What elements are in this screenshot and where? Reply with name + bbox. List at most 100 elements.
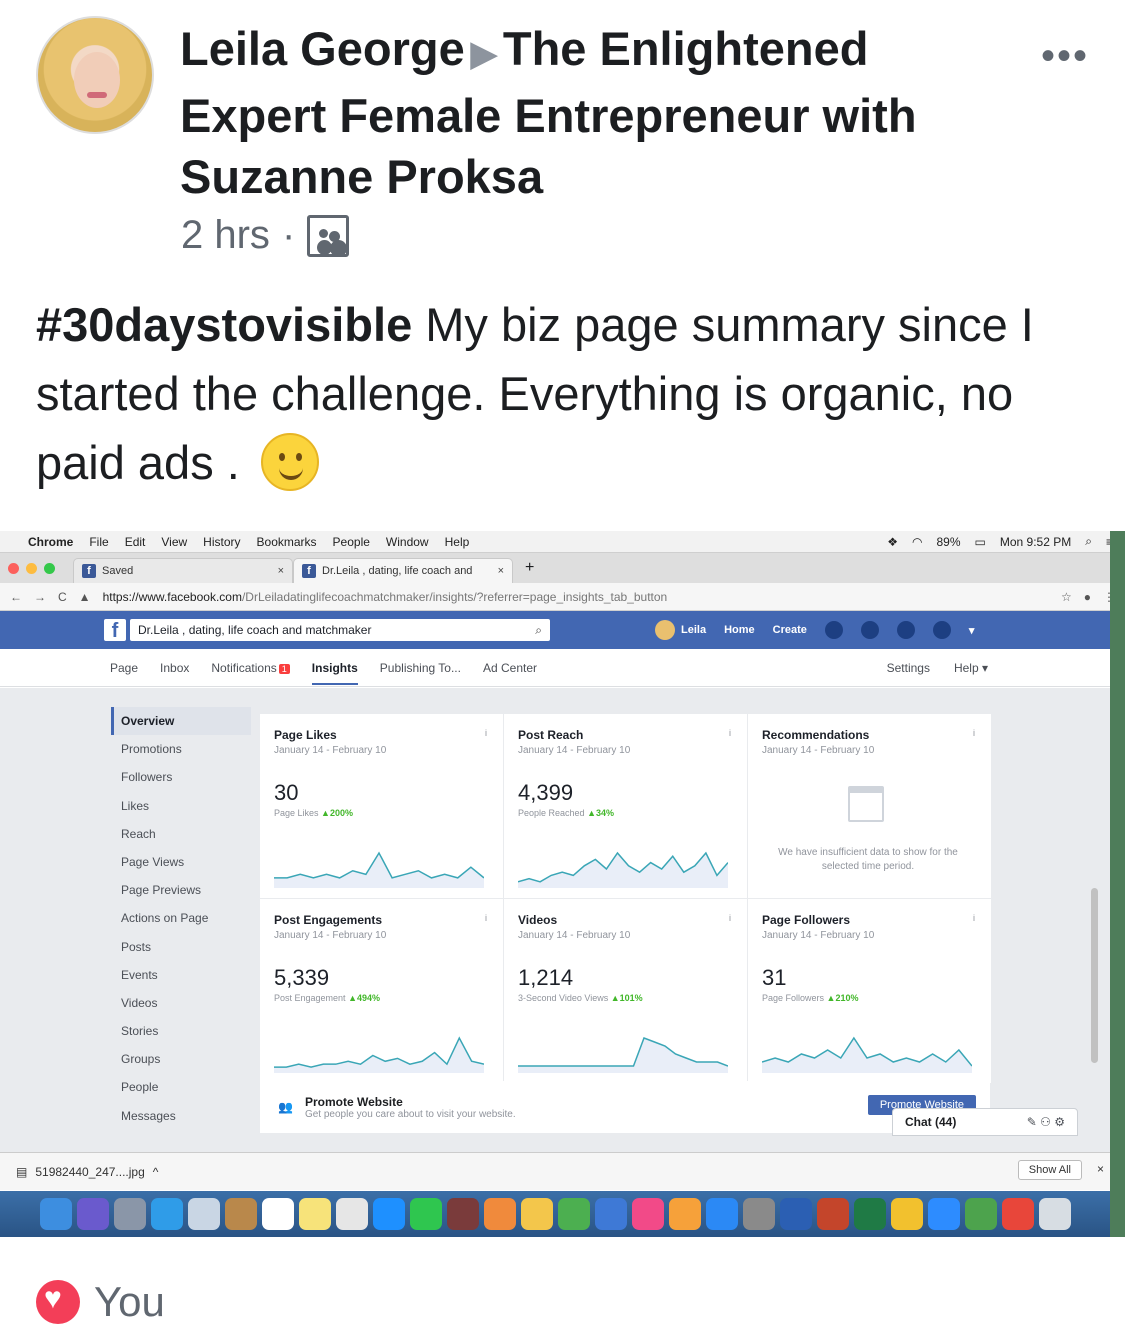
- close-download-bar-icon: ×: [1096, 1162, 1104, 1176]
- card-videos: Videos i January 14 - February 10 1,214 …: [504, 899, 747, 1083]
- chat-tools-icon: ✎ ⚇ ⚙: [1026, 1115, 1065, 1129]
- post-meta: 2 hrs ·: [181, 213, 350, 258]
- info-icon: i: [973, 728, 975, 738]
- tab-help: Help ▾: [953, 660, 988, 675]
- card-date: January 14 - February 10: [274, 745, 387, 756]
- card-title: Post Reach: [518, 728, 584, 742]
- reactions-label[interactable]: You: [94, 1278, 165, 1326]
- facetime-icon: [409, 1198, 442, 1230]
- menu-view: View: [161, 534, 188, 549]
- keynote-icon: [594, 1198, 627, 1230]
- spotlight-icon: ⌕: [1085, 534, 1092, 548]
- card-value: 31: [762, 965, 787, 990]
- post-time[interactable]: 2 hrs: [181, 213, 270, 258]
- sparkline-post-engagements: [274, 1036, 484, 1073]
- sparkline-videos: [518, 1037, 728, 1073]
- card-label: 3-Second Video Views: [518, 993, 609, 1003]
- tab-page: Page: [110, 660, 139, 675]
- url-field: https://www.facebook.com/DrLeiladatingli…: [103, 590, 1049, 604]
- hashtag-link[interactable]: #30daystovisible: [36, 298, 412, 351]
- messages-icon: [372, 1198, 405, 1230]
- nav-user: Leila: [681, 624, 707, 636]
- promote-title: Promote Website: [304, 1094, 403, 1109]
- ibooks-icon: [668, 1198, 701, 1230]
- chat-bar: Chat (44) ✎ ⚇ ⚙: [892, 1108, 1078, 1136]
- info-icon: i: [485, 913, 487, 923]
- launchpad-icon: [113, 1198, 146, 1230]
- profile-icon: ●: [1083, 589, 1091, 604]
- smiley-emoji-icon: [260, 433, 319, 491]
- card-label: Page Followers: [762, 993, 825, 1003]
- installer-icon: [964, 1198, 997, 1230]
- author-avatar[interactable]: [36, 16, 154, 134]
- card-page-followers: Page Followers i January 14 - February 1…: [748, 899, 991, 1083]
- people-icon: 👥: [278, 1100, 293, 1114]
- more-options-icon[interactable]: •••: [1041, 34, 1089, 79]
- promote-subtitle: Get people you care about to visit your …: [304, 1108, 516, 1120]
- powerpoint-icon: [816, 1198, 849, 1230]
- battery-percent: 89%: [936, 534, 961, 549]
- siri-icon: [76, 1198, 109, 1230]
- file-icon: ▤: [16, 1164, 28, 1179]
- tab-title: Saved: [102, 565, 134, 577]
- tab-publishing-tools: Publishing To...: [379, 660, 461, 675]
- bell-icon: [896, 621, 915, 639]
- url-path: /DrLeiladatinglifecoachmatchmaker/insigh…: [241, 589, 668, 604]
- chat-label: Chat (44): [905, 1115, 957, 1129]
- card-label: Post Engagement: [274, 993, 346, 1003]
- menu-help: Help: [444, 534, 470, 549]
- mac-menubar: Chrome File Edit View History Bookmarks …: [0, 531, 1125, 553]
- reload-icon: C: [58, 589, 67, 604]
- browser-tabbar: f Saved × f Dr.Leila , dating, life coac…: [0, 553, 1125, 583]
- meta-separator: ·: [281, 213, 296, 257]
- photos-app-icon: [483, 1198, 516, 1230]
- menu-bookmarks: Bookmarks: [256, 534, 317, 549]
- sidebar-item-promotions: Promotions: [121, 742, 182, 757]
- safari-icon: [150, 1198, 183, 1230]
- sidebar-item-events: Events: [121, 967, 158, 982]
- menu-app-name: Chrome: [28, 534, 74, 549]
- desktop-edge: [1110, 531, 1125, 1237]
- help-icon: [932, 621, 951, 639]
- card-subtitle: 3-Second Video Views ▲101%: [518, 993, 733, 1003]
- browser-tab-saved: f Saved ×: [73, 558, 293, 583]
- numbers-icon: [557, 1198, 590, 1230]
- trash-icon: [1038, 1198, 1071, 1230]
- chevron-up-icon: ^: [152, 1164, 159, 1179]
- office-icon: [890, 1198, 923, 1230]
- chrome-icon: [1001, 1198, 1034, 1230]
- page-tabs: Page Inbox Notifications 1 Insights Publi…: [0, 649, 1125, 687]
- card-date: January 14 - February 10: [762, 745, 875, 756]
- author-name[interactable]: Leila George: [180, 22, 465, 75]
- scrollbar: [1091, 888, 1098, 1063]
- love-reaction-icon[interactable]: [36, 1280, 80, 1324]
- calendar-app-icon: [261, 1198, 294, 1230]
- menu-history: History: [203, 534, 241, 549]
- page-tabs-right: Settings Help ▾: [887, 661, 988, 675]
- info-icon: i: [729, 913, 731, 923]
- card-subtitle: People Reached ▲34%: [518, 808, 733, 818]
- facebook-nav: Leila Home Create ▾: [655, 611, 974, 649]
- facebook-favicon-icon: f: [302, 564, 316, 578]
- tab-ad-center: Ad Center: [482, 660, 537, 675]
- attached-screenshot[interactable]: Chrome File Edit View History Bookmarks …: [0, 531, 1125, 1237]
- post-header: Leila George ▶ The Enlightened Expert Fema…: [0, 0, 1125, 270]
- photos-icon: [335, 1198, 368, 1230]
- sparkline-area: [518, 853, 728, 888]
- show-all-button: Show All: [1017, 1160, 1082, 1180]
- sidebar-item-actions-on-page: Actions on Page: [121, 911, 209, 926]
- card-subtitle: Page Likes ▲200%: [274, 808, 489, 818]
- url-domain: https://www.facebook.com: [102, 589, 242, 604]
- sparkline-area: [274, 1038, 484, 1073]
- sparkline-area: [274, 853, 484, 888]
- menu-window: Window: [385, 534, 429, 549]
- search-icon: ⌕: [535, 622, 542, 637]
- facebook-topbar: f Dr.Leila , dating, life coach and matc…: [0, 611, 1125, 649]
- sidebar-item-stories: Stories: [121, 1024, 159, 1039]
- tab-notifications-label: Notifications: [211, 660, 277, 675]
- menu-edit: Edit: [124, 534, 146, 549]
- sidebar-item-page-previews: Page Previews: [121, 883, 202, 898]
- card-post-reach: Post Reach i January 14 - February 10 4,…: [504, 714, 747, 898]
- account-dropdown-icon: ▾: [968, 624, 975, 637]
- close-window-icon: [8, 562, 19, 574]
